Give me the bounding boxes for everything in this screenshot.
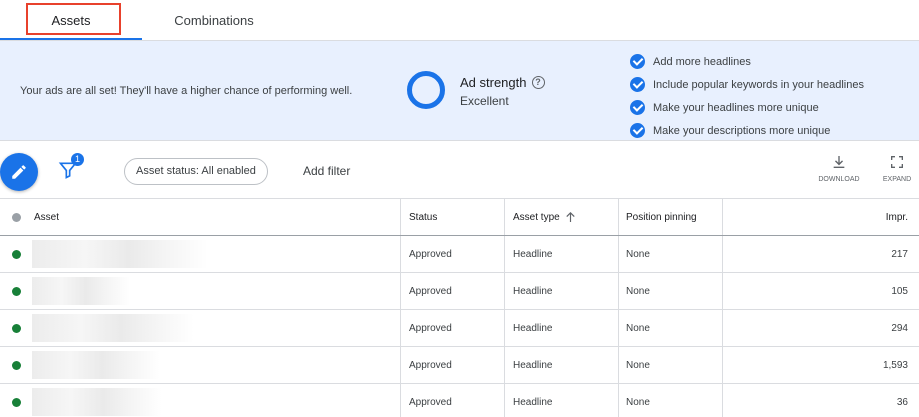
edit-button[interactable] [0, 153, 38, 191]
banner-message: Your ads are all set! They'll have a hig… [20, 85, 353, 97]
asset-type-cell: Headline [505, 273, 619, 309]
ad-strength-ring-icon [407, 71, 445, 109]
redacted-asset-text [32, 240, 208, 268]
impr-cell: 1,593 [882, 359, 908, 371]
asset-type-cell: Headline [505, 310, 619, 346]
add-filter-button[interactable]: Add filter [303, 164, 350, 178]
asset-type-cell: Headline [505, 347, 619, 383]
checklist-item: Include popular keywords in your headlin… [630, 73, 864, 96]
check-circle-icon [630, 100, 645, 115]
tab-combinations[interactable]: Combinations [142, 0, 286, 40]
column-header-impr[interactable]: Impr. [723, 199, 919, 235]
impr-cell: 217 [891, 248, 908, 260]
checklist-item: Make your headlines more unique [630, 96, 864, 119]
ad-strength-label: Ad strength [460, 75, 527, 90]
assets-table: Asset Status Asset type Position pinning… [0, 199, 919, 417]
tab-assets[interactable]: Assets [0, 0, 142, 40]
redacted-asset-text [32, 277, 130, 305]
status-cell: Approved [401, 273, 505, 309]
table-row[interactable]: Approved Headline None 36 [0, 384, 919, 417]
impr-cell: 36 [896, 396, 908, 408]
check-circle-icon [630, 123, 645, 138]
fullscreen-icon [891, 156, 903, 168]
ad-strength-value: Excellent [460, 94, 509, 108]
redacted-asset-text [32, 388, 162, 416]
filter-count-badge: 1 [71, 153, 84, 166]
status-cell: Approved [401, 236, 505, 272]
table-row[interactable]: Approved Headline None 1,593 [0, 347, 919, 384]
strength-checklist: Add more headlines Include popular keywo… [630, 50, 864, 142]
help-icon[interactable]: ? [531, 76, 545, 89]
impr-cell: 105 [891, 285, 908, 297]
impr-cell: 294 [891, 322, 908, 334]
check-circle-icon [630, 54, 645, 69]
pencil-icon [12, 165, 26, 179]
redacted-asset-text [32, 351, 160, 379]
tab-highlight-outline [26, 3, 121, 35]
download-button[interactable]: DOWNLOAD [814, 154, 864, 183]
asset-cell[interactable] [0, 273, 401, 309]
asset-cell[interactable] [0, 347, 401, 383]
redacted-asset-text [32, 314, 194, 342]
expand-label: EXPAND [882, 176, 912, 183]
asset-type-cell: Headline [505, 384, 619, 417]
asset-cell[interactable] [0, 310, 401, 346]
column-header-status[interactable]: Status [401, 199, 505, 235]
tab-combinations-label: Combinations [174, 12, 254, 28]
pinning-cell: None [619, 273, 723, 309]
checklist-item: Make your descriptions more unique [630, 119, 864, 142]
status-cell: Approved [401, 347, 505, 383]
table-toolbar: 1 Asset status: All enabled Add filter D… [0, 142, 919, 199]
column-header-asset-type[interactable]: Asset type [505, 199, 619, 235]
expand-button[interactable]: EXPAND [877, 154, 917, 183]
column-header-asset[interactable]: Asset [0, 199, 401, 235]
sort-ascending-icon [566, 212, 575, 222]
asset-cell[interactable] [0, 236, 401, 272]
table-row[interactable]: Approved Headline None 294 [0, 310, 919, 347]
tab-bar: Assets Combinations [0, 0, 919, 40]
table-row[interactable]: Approved Headline None 217 [0, 236, 919, 273]
ad-strength-banner: Your ads are all set! They'll have a hig… [0, 40, 919, 141]
checklist-item: Add more headlines [630, 50, 864, 73]
check-circle-icon [630, 77, 645, 92]
ad-strength-title: Ad strength ? [460, 75, 545, 90]
table-row[interactable]: Approved Headline None 105 [0, 273, 919, 310]
download-label: DOWNLOAD [818, 176, 860, 183]
pinning-cell: None [619, 347, 723, 383]
asset-cell[interactable] [0, 384, 401, 417]
table-header-row: Asset Status Asset type Position pinning… [0, 199, 919, 236]
asset-status-filter-chip[interactable]: Asset status: All enabled [124, 158, 268, 185]
status-cell: Approved [401, 310, 505, 346]
pinning-cell: None [619, 310, 723, 346]
download-icon [833, 156, 845, 168]
column-header-position-pinning[interactable]: Position pinning [619, 199, 723, 235]
status-cell: Approved [401, 384, 505, 417]
pinning-cell: None [619, 384, 723, 417]
pinning-cell: None [619, 236, 723, 272]
asset-type-cell: Headline [505, 236, 619, 272]
